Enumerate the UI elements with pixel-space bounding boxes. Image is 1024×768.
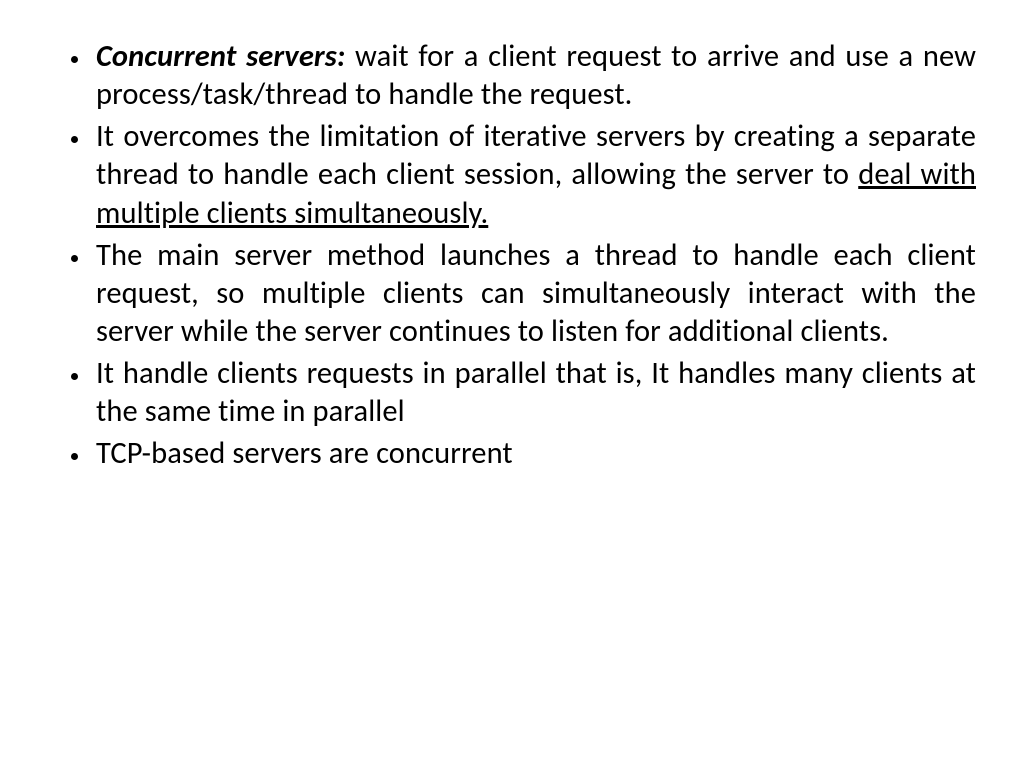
list-item: Concurrent servers: wait for a client re… [92, 38, 976, 114]
bullet-text: It handle clients requests in parallel t… [96, 355, 976, 430]
list-item: The main server method launches a thread… [92, 237, 976, 351]
bullet-text: The main server method launches a thread… [96, 237, 976, 350]
bullet-text: TCP-based servers are concurrent [96, 435, 513, 472]
list-item: It overcomes the limitation of iterative… [92, 118, 976, 232]
list-item: It handle clients requests in parallel t… [92, 355, 976, 431]
bullet-text: It overcomes the limitation of iterative… [96, 118, 976, 193]
list-item: TCP-based servers are concurrent [92, 435, 976, 473]
bullet-lead: Concurrent servers: [96, 38, 345, 75]
bullet-list: Concurrent servers: wait for a client re… [48, 38, 976, 473]
slide: Concurrent servers: wait for a client re… [0, 0, 1024, 768]
